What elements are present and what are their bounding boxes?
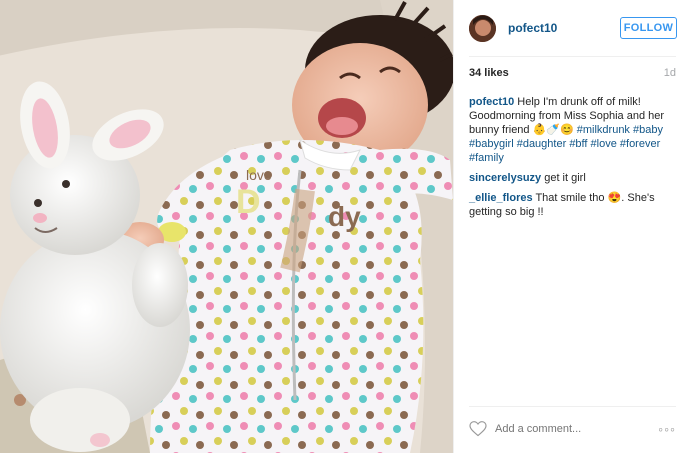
instagram-post: love D dy pofect10 FOLLOW 34 likes 1d po… [0, 0, 688, 453]
post-stats: 34 likes 1d [469, 67, 676, 79]
comment-text: get it girl [541, 172, 586, 184]
caption: pofect10 Help I'm drunk off of milk! Goo… [469, 95, 674, 165]
hashtag[interactable]: #forever [620, 138, 660, 150]
svg-text:love: love [246, 167, 272, 183]
heart-icon[interactable] [469, 421, 487, 437]
post-side-panel: pofect10 FOLLOW 34 likes 1d pofect10 Hel… [453, 0, 688, 453]
hashtag[interactable]: #bff [569, 138, 587, 150]
hashtag[interactable]: #daughter [517, 138, 567, 150]
svg-text:dy: dy [328, 201, 361, 232]
post-photo-image: love D dy [0, 0, 453, 453]
hashtag[interactable]: #babygirl [469, 138, 514, 150]
hashtag[interactable]: #family [469, 152, 504, 164]
comment-username[interactable]: sincerelysuzy [469, 172, 541, 184]
hashtag[interactable]: #milkdrunk [577, 124, 630, 136]
comment-username[interactable]: _ellie_flores [469, 192, 533, 204]
add-comment-input[interactable] [495, 423, 659, 435]
footer-divider [469, 406, 676, 407]
post-header: pofect10 FOLLOW [454, 0, 688, 56]
add-comment-bar: ◦◦◦ [469, 414, 676, 444]
comment-item: _ellie_flores That smile tho 😍. She's ge… [469, 191, 674, 219]
likes-count[interactable]: 34 likes [469, 67, 509, 79]
more-options-icon[interactable]: ◦◦◦ [658, 421, 676, 437]
comments-list: pofect10 Help I'm drunk off of milk! Goo… [469, 95, 674, 225]
post-time[interactable]: 1d [664, 67, 676, 79]
hashtag[interactable]: #baby [633, 124, 663, 136]
profile-avatar[interactable] [469, 14, 496, 42]
post-photo[interactable]: love D dy [0, 0, 453, 453]
comment-item: sincerelysuzy get it girl [469, 171, 674, 185]
profile-avatar-image [469, 14, 496, 42]
header-divider [469, 56, 676, 57]
follow-button[interactable]: FOLLOW [620, 17, 677, 39]
svg-text:D: D [236, 183, 261, 221]
hashtag[interactable]: #love [591, 138, 617, 150]
header-username[interactable]: pofect10 [508, 21, 620, 35]
caption-username[interactable]: pofect10 [469, 96, 514, 108]
